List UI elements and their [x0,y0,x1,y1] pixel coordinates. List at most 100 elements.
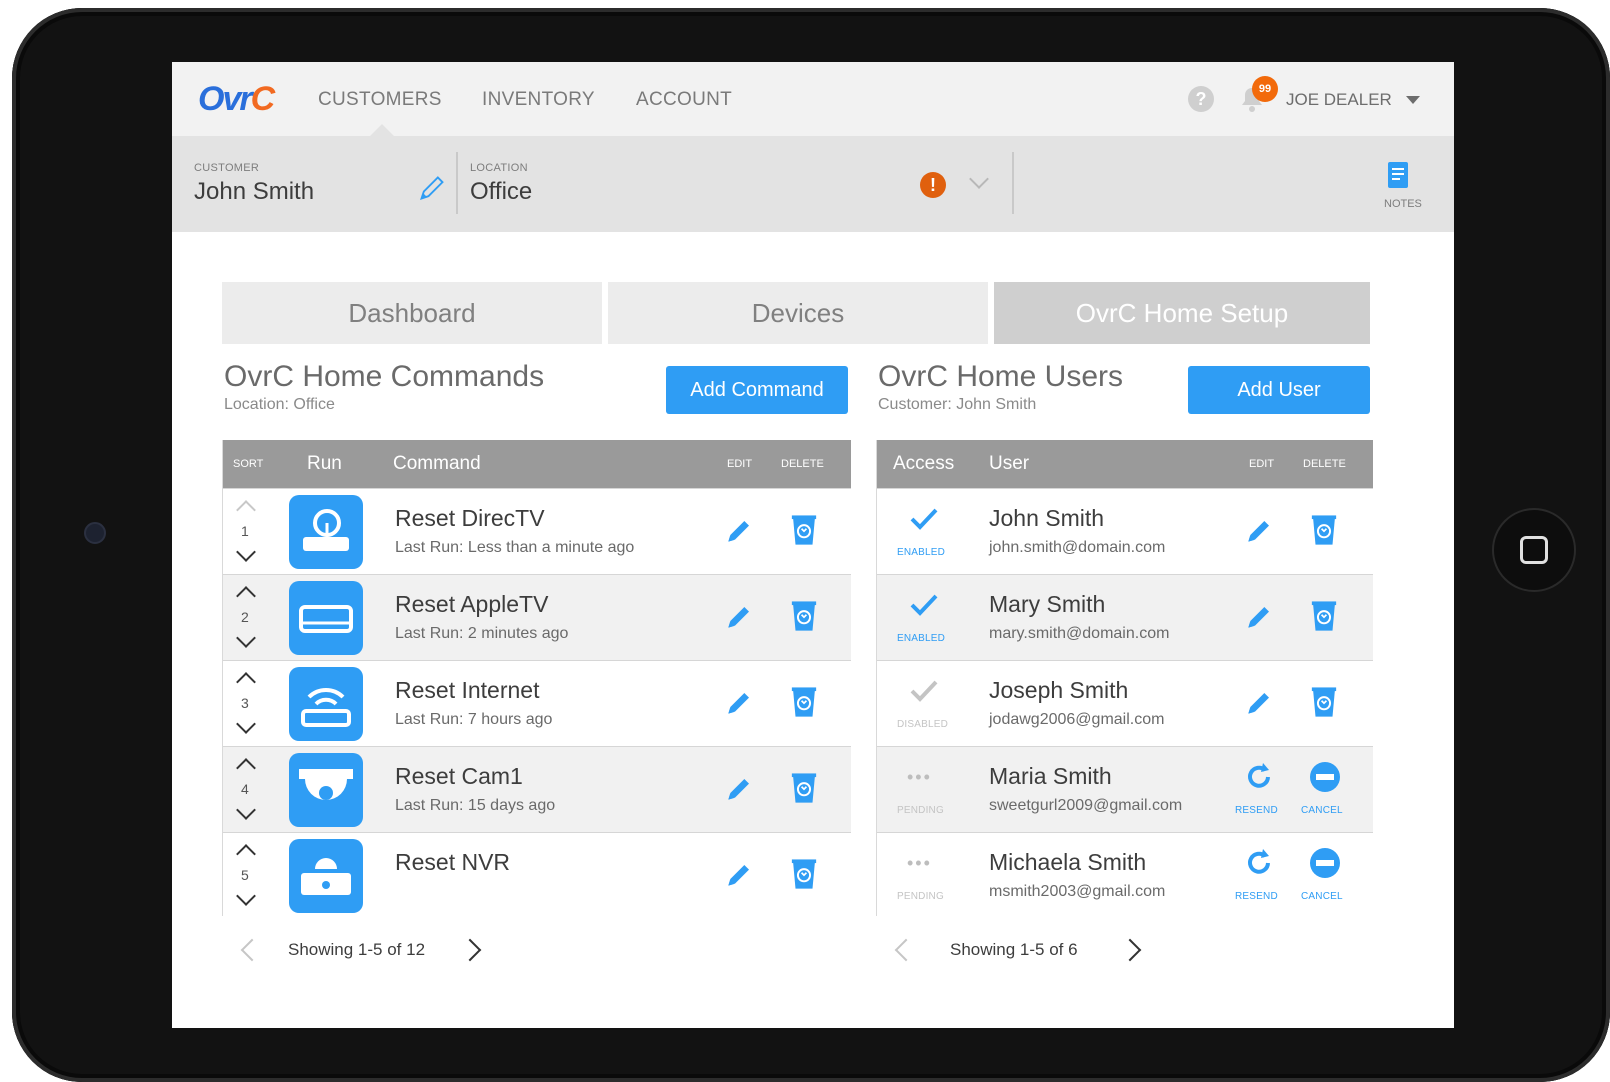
cancel-label[interactable]: CANCEL [1301,805,1343,816]
command-last-run: Last Run: Less than a minute ago [395,539,635,556]
move-up-icon[interactable] [236,844,256,864]
edit-icon[interactable] [723,601,755,638]
header-edit: EDIT [727,458,753,470]
nav-account[interactable]: ACCOUNT [636,89,732,111]
header-user: User [989,453,1030,474]
user-dropdown-icon[interactable] [1406,96,1420,104]
alert-icon[interactable]: ! [920,172,946,198]
move-down-icon[interactable] [236,714,256,734]
ovrc-logo[interactable]: OvrC [198,80,275,119]
sort-control[interactable]: 5 [235,839,259,913]
access-status: PENDING [897,891,944,902]
commands-prev-page-icon[interactable] [240,938,264,962]
move-down-icon[interactable] [236,628,256,648]
run-command-button[interactable] [289,753,363,827]
move-up-icon[interactable] [236,500,256,520]
command-name: Reset Internet [395,677,540,703]
resend-icon[interactable] [1243,761,1275,793]
command-last-run: Last Run: 2 minutes ago [395,625,569,642]
tab-devices[interactable]: Devices [608,282,988,344]
move-up-icon[interactable] [236,672,256,692]
delete-icon[interactable] [789,685,819,724]
sort-order: 2 [241,609,249,625]
sort-control[interactable]: 3 [235,667,259,741]
commands-next-page-icon[interactable] [458,938,482,962]
commands-title: OvrC Home Commands [224,360,545,393]
command-row: 1 Reset DirecTV Last Run: Less than a minu… [223,488,851,574]
user-menu[interactable]: JOE DEALER [1286,90,1392,110]
run-command-button[interactable] [289,667,363,741]
add-user-button[interactable]: Add User [1188,366,1370,414]
delete-icon[interactable] [1309,599,1339,638]
divider [1012,152,1014,214]
app-screen: OvrC CUSTOMERS INVENTORY ACCOUNT ? 99 JO… [172,62,1454,1028]
user-email: john.smith@domain.com [989,539,1166,556]
delete-icon[interactable] [789,513,819,552]
user-row: ENABLED Mary Smith mary.smith@domain.com [877,574,1373,660]
run-command-button[interactable] [289,495,363,569]
sort-control[interactable]: 2 [235,581,259,655]
move-down-icon[interactable] [236,800,256,820]
sort-order: 3 [241,695,249,711]
tab-ovrc-home-setup[interactable]: OvrC Home Setup [994,282,1370,344]
edit-icon[interactable] [1243,687,1275,724]
command-row: 3 Reset Internet Last Run: 7 hours ago [223,660,851,746]
user-row: ENABLED John Smith john.smith@domain.com [877,488,1373,574]
divider [456,152,458,214]
users-prev-page-icon[interactable] [894,938,918,962]
run-command-button[interactable] [289,839,363,913]
sort-control[interactable]: 4 [235,753,259,827]
users-next-page-icon[interactable] [1118,938,1142,962]
dome-camera-icon [289,769,363,831]
user-email: mary.smith@domain.com [989,625,1170,642]
location-dropdown-icon[interactable] [969,169,989,189]
user-row: ••• PENDING Maria Smith sweetgurl2009@gmail… [877,746,1373,832]
help-icon[interactable]: ? [1188,86,1214,112]
cancel-icon[interactable] [1309,761,1341,793]
header-command: Command [393,453,481,474]
resend-icon[interactable] [1243,847,1275,879]
delete-icon[interactable] [789,599,819,638]
notes-icon[interactable] [1386,160,1412,192]
nav-customers[interactable]: CUSTOMERS [318,89,442,111]
move-down-icon[interactable] [236,542,256,562]
edit-icon[interactable] [723,773,755,810]
delete-icon[interactable] [1309,513,1339,552]
edit-icon[interactable] [723,515,755,552]
header-delete: DELETE [1303,458,1346,470]
cancel-icon[interactable] [1309,847,1341,879]
sort-control[interactable]: 1 [235,495,259,569]
move-up-icon[interactable] [236,586,256,606]
location-name: Office [470,178,533,205]
header-sort[interactable]: SORT [233,440,263,488]
command-name: Reset Cam1 [395,763,523,789]
edit-icon[interactable] [723,859,755,896]
move-down-icon[interactable] [236,886,256,906]
run-command-button[interactable] [289,581,363,655]
commands-table-header: SORT Run Command EDIT DELETE [223,440,851,488]
cancel-label[interactable]: CANCEL [1301,891,1343,902]
top-nav: OvrC CUSTOMERS INVENTORY ACCOUNT ? 99 JO… [172,62,1454,136]
resend-label[interactable]: RESEND [1235,891,1278,902]
location-label: LOCATION [470,162,528,174]
resend-label[interactable]: RESEND [1235,805,1278,816]
sort-order: 5 [241,867,249,883]
add-command-button[interactable]: Add Command [666,366,848,414]
users-table-header: Access User EDIT DELETE [877,440,1373,488]
delete-icon[interactable] [789,857,819,896]
edit-icon[interactable] [1243,601,1275,638]
edit-customer-icon[interactable] [418,174,446,202]
notes-label[interactable]: NOTES [1384,198,1422,210]
delete-icon[interactable] [789,771,819,810]
delete-icon[interactable] [1309,685,1339,724]
home-button[interactable] [1492,508,1576,592]
sort-order: 4 [241,781,249,797]
users-subtitle: Customer: John Smith [878,396,1037,413]
commands-subtitle: Location: Office [224,396,335,413]
move-up-icon[interactable] [236,758,256,778]
edit-icon[interactable] [723,687,755,724]
edit-icon[interactable] [1243,515,1275,552]
satellite-receiver-icon [289,509,363,573]
tab-dashboard[interactable]: Dashboard [222,282,602,344]
nav-inventory[interactable]: INVENTORY [482,89,595,111]
